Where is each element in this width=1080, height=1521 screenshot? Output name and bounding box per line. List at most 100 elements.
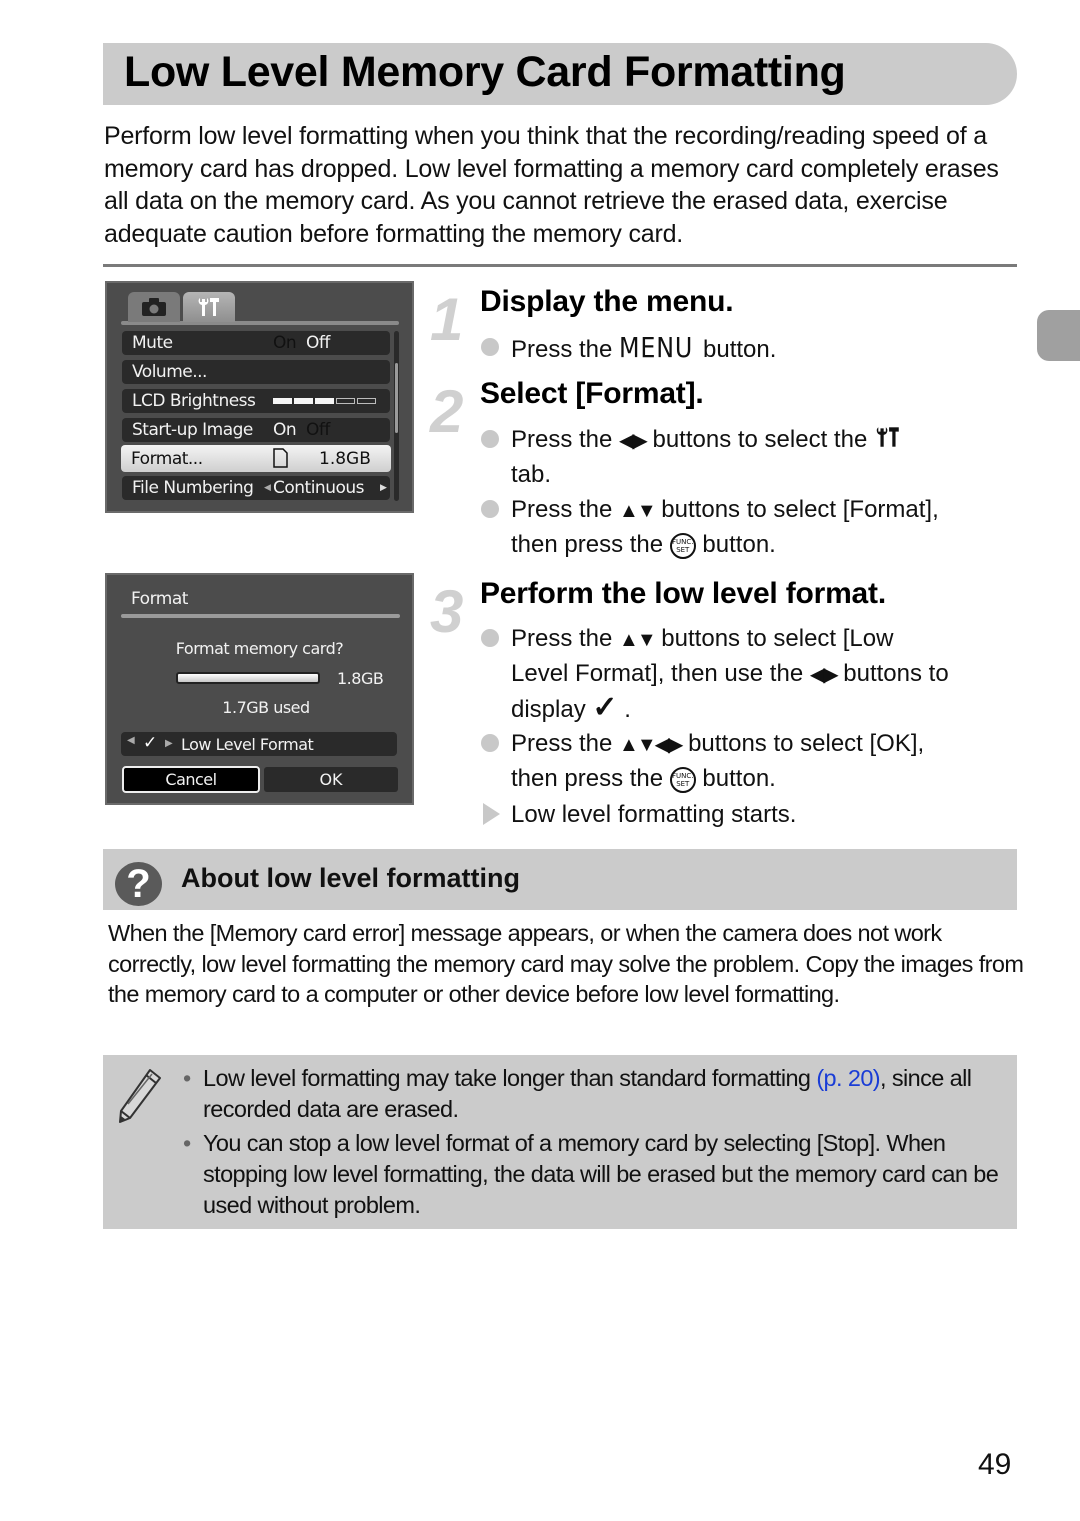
menu-row-value: Continuous	[273, 478, 365, 498]
text: Press the	[511, 625, 620, 652]
text: buttons to select [OK],	[681, 730, 925, 757]
bullet: •	[183, 1065, 191, 1091]
intro-paragraph: Perform low level formatting when you th…	[104, 122, 999, 248]
page-reference-link[interactable]: (p. 20)	[816, 1065, 880, 1091]
cancel-button: Cancel	[122, 766, 260, 793]
page-title: Low Level Memory Card Formatting	[124, 48, 846, 96]
menu-row-label: Volume...	[132, 362, 207, 382]
step-3-result: Low level formatting starts.	[511, 801, 797, 828]
up-down-buttons-icon: ▲▼	[619, 500, 657, 522]
set-label: SET	[676, 779, 690, 788]
menu-row-lcd-brightness: LCD Brightness	[122, 389, 390, 413]
text: then press the	[511, 531, 670, 558]
ok-button: OK	[264, 767, 398, 792]
step-title-2: Select [Format].	[480, 377, 704, 410]
text: then press the	[511, 765, 670, 792]
step-2-bullet-2-cont: then press the FUNC. SET button.	[511, 527, 776, 562]
bullet-dot	[481, 430, 499, 448]
format-dialog-screenshot: Format Format memory card? 1.8GB 1.7GB u…	[105, 573, 414, 805]
bullet-dot	[481, 500, 499, 518]
tab-settings	[183, 292, 235, 322]
memory-card-icon	[273, 448, 288, 468]
menu-button-label: MENU	[619, 331, 694, 364]
bullet-dot	[481, 338, 499, 356]
step-3-bullet-1-cont2: display ✓ .	[511, 690, 631, 727]
menu-scrollbar-thumb	[395, 363, 398, 433]
low-level-format-option: ◀ ✓ ▶ Low Level Format	[121, 732, 397, 756]
step-number-1: 1	[430, 286, 464, 353]
menu-row-value: On Off	[273, 420, 330, 440]
text: Low level formatting may take longer tha…	[203, 1065, 817, 1091]
camera-menu-screenshot: Mute On Off Volume... LCD Brightness Sta…	[105, 281, 414, 513]
pencil-icon	[119, 1069, 161, 1123]
brightness-segment	[336, 398, 355, 404]
low-level-format-label: Low Level Format	[181, 735, 314, 754]
option-off: Off	[305, 333, 330, 353]
text: buttons to	[836, 660, 949, 687]
arrow-left-icon: ◀	[264, 483, 271, 493]
step-3-bullet-2: Press the ▲▼◀▶ buttons to select [OK],	[511, 726, 924, 763]
step-title-3: Perform the low level format.	[480, 577, 886, 610]
note-item-1: • Low level formatting may take longer t…	[183, 1063, 1003, 1125]
settings-tools-icon	[876, 427, 899, 447]
check-icon: ✓	[592, 691, 618, 724]
step-1-bullet: Press the MENU button.	[511, 330, 776, 367]
text: buttons to select [Format],	[654, 496, 939, 523]
four-way-buttons-icon: ▲▼◀▶	[619, 734, 683, 756]
brightness-segment	[315, 398, 334, 404]
capacity-total: 1.8GB	[337, 669, 384, 688]
menu-row-volume: Volume...	[122, 360, 390, 384]
about-title: About low level formatting	[181, 863, 521, 893]
step-number-3: 3	[430, 578, 464, 645]
func-label: FUNC.	[672, 771, 694, 780]
dialog-title-line	[121, 614, 400, 618]
menu-row-label: Mute	[132, 333, 173, 353]
dialog-question: Format memory card?	[175, 639, 344, 658]
step-title-1: Display the menu.	[480, 285, 734, 318]
menu-row-value: On Off	[273, 333, 330, 353]
func-set-button-icon: FUNC. SET	[669, 766, 696, 793]
step-3-bullet-1-cont: Level Format], then use the ◀▶ buttons t…	[511, 656, 949, 693]
chapter-side-tab	[1037, 310, 1080, 361]
option-off: Off	[305, 420, 330, 440]
func-label: FUNC.	[672, 537, 694, 546]
step-3-bullet-1: Press the ▲▼ buttons to select [Low	[511, 621, 893, 658]
check-icon: ✓	[143, 733, 158, 753]
about-text: When the [Memory card error] message app…	[108, 920, 1024, 1008]
text: buttons to select [Low	[654, 625, 894, 652]
camera-icon	[142, 298, 166, 316]
capacity-used: 1.7GB used	[222, 698, 310, 717]
text: .	[624, 696, 631, 723]
set-label: SET	[676, 545, 690, 554]
left-right-buttons-icon: ◀▶	[619, 430, 648, 452]
menu-row-mute: Mute On Off	[122, 331, 390, 355]
menu-row-label: LCD Brightness	[132, 391, 256, 411]
result-arrow-icon	[483, 803, 500, 825]
func-set-button-icon: FUNC. SET	[669, 532, 696, 559]
page-number: 49	[978, 1448, 1012, 1481]
brightness-level-bar	[273, 398, 376, 406]
text: Press the	[511, 426, 620, 453]
question-mark-icon: ?	[115, 862, 162, 906]
menu-row-label: File Numbering	[132, 478, 254, 498]
option-on: On	[273, 333, 297, 353]
note-text: Low level formatting may take longer tha…	[183, 1063, 1003, 1125]
up-down-buttons-icon: ▲▼	[619, 629, 657, 651]
text: button.	[695, 765, 776, 792]
dialog-title: Format	[131, 589, 188, 609]
brightness-segment	[294, 398, 313, 404]
text: buttons to select the	[645, 426, 874, 453]
bullet-dot	[481, 629, 499, 647]
card-capacity: 1.8GB	[319, 448, 371, 469]
text: button.	[695, 531, 776, 558]
text: display	[511, 696, 593, 723]
arrow-left-icon: ◀	[127, 735, 135, 746]
settings-tools-icon	[198, 298, 219, 316]
arrow-right-icon: ▶	[165, 738, 173, 749]
capacity-bar	[176, 672, 320, 684]
note-item-2: • You can stop a low level format of a m…	[183, 1128, 1003, 1221]
bullet: •	[183, 1130, 191, 1156]
brightness-segment	[357, 398, 376, 404]
text: button.	[696, 336, 777, 363]
menu-row-format: Format... 1.8GB	[121, 445, 391, 472]
